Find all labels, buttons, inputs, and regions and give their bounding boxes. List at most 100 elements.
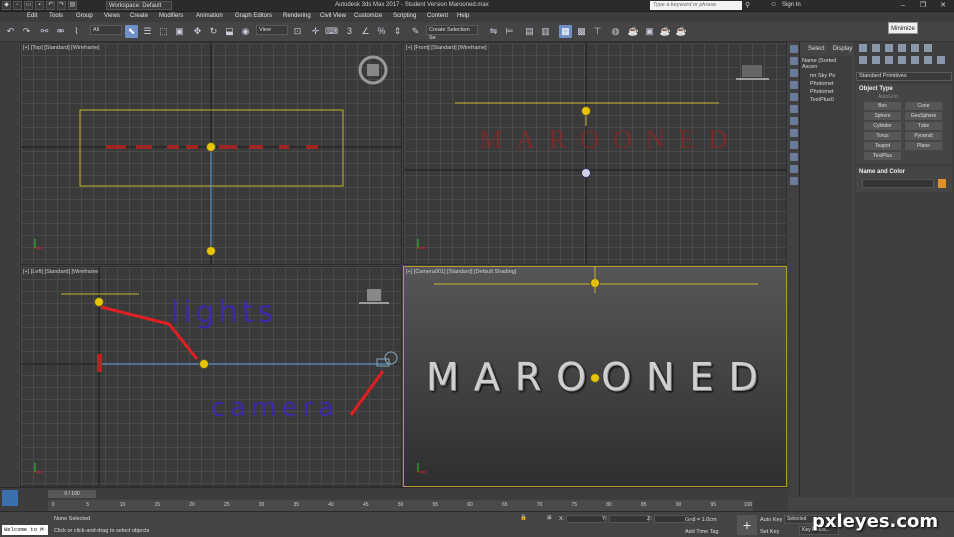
list-item[interactable]: Photomet [800,80,852,88]
save-icon[interactable]: ▪ [35,1,44,10]
torus-button[interactable]: Torus [864,132,901,140]
object-name-input[interactable] [862,179,934,188]
menu-animation[interactable]: Animation [196,13,223,19]
open-file-icon[interactable]: ▭ [24,1,33,10]
angle-snap-icon[interactable]: ∠ [359,25,372,38]
time-slider-handle[interactable]: 0 / 100 [48,490,96,498]
reference-coordinate-dropdown[interactable]: View [256,25,288,35]
menu-scripting[interactable]: Scripting [393,13,416,19]
menu-customize[interactable]: Customize [354,13,382,19]
geometry-icon[interactable] [859,56,867,64]
menu-content[interactable]: Content [427,13,448,19]
scene-explorer-icon[interactable]: ▤ [523,25,536,38]
render-iterative-icon[interactable]: ☕ [675,25,688,38]
menu-graph-editors[interactable]: Graph Editors [235,13,272,19]
cameras-icon[interactable] [898,56,906,64]
app-menu-icon[interactable]: ◆ [2,1,11,10]
create-tab-icon[interactable] [859,44,867,52]
name-color-header[interactable]: Name and Color [856,167,952,177]
hierarchy-tab-icon[interactable] [885,44,893,52]
close-button[interactable]: ✕ [933,0,953,11]
undo-icon[interactable]: ↶ [46,1,55,10]
new-file-icon[interactable]: ▫ [13,1,22,10]
maximize-button[interactable]: ❐ [913,0,933,11]
unlink-icon[interactable]: ⚮ [54,25,67,38]
render-production-icon[interactable]: ☕ [659,25,672,38]
motion-tab-icon[interactable] [898,44,906,52]
utilities-tab-icon[interactable] [924,44,932,52]
filter-spacewarps-icon[interactable] [789,105,798,113]
filter-frozen-icon[interactable] [789,165,798,173]
filter-hidden-icon[interactable] [789,177,798,185]
geosphere-button[interactable]: GeoSphere [905,112,942,120]
minimize-button[interactable]: – [893,0,913,11]
filter-groups-icon[interactable] [789,117,798,125]
edit-named-selection-icon[interactable]: ✎ [409,25,422,38]
y-coordinate-field[interactable] [609,515,649,523]
viewport-front[interactable]: [+] [Front] [Standard] [Wireframe] MAROO… [403,42,787,265]
sign-in-link[interactable]: Sign In [782,2,801,8]
rendered-frame-window-icon[interactable]: ▣ [643,25,656,38]
align-icon[interactable]: ⊨ [503,25,516,38]
select-object-icon[interactable]: ⬉ [125,25,138,38]
schematic-view-icon[interactable]: ⊤ [591,25,604,38]
track-bar[interactable]: 0 5 10 15 20 25 30 35 40 45 50 55 60 65 70 75 80 85 90 95 10… [48,500,753,511]
object-color-swatch[interactable] [938,179,946,188]
user-icon[interactable]: ☺ [770,1,777,8]
spacewarps-icon[interactable] [924,56,932,64]
menu-views[interactable]: Views [104,13,120,19]
percent-snap-icon[interactable]: % [375,25,388,38]
layer-explorer-icon[interactable]: ▥ [539,25,552,38]
filter-helpers-icon[interactable] [789,93,798,101]
menu-edit[interactable]: Edit [27,13,37,19]
select-manipulate-icon[interactable]: ✛ [309,25,322,38]
rect-selection-icon[interactable]: ⬚ [157,25,170,38]
shapes-icon[interactable] [872,56,880,64]
auto-key-button[interactable]: Auto Key [760,517,782,523]
pivot-icon[interactable]: ⊡ [291,25,304,38]
named-selection-set-dropdown[interactable]: Create Selection Se [426,25,478,41]
lights-icon[interactable] [885,56,893,64]
viewport-top[interactable]: [+] [Top] [Standard] [Wireframe] [20,42,402,265]
select-by-name-icon[interactable]: ☰ [141,25,154,38]
mirror-icon[interactable]: ⇋ [487,25,500,38]
search-input[interactable]: Type a keyword or phrase [650,1,742,10]
list-item[interactable]: mr Sky Po [800,72,852,80]
menu-create[interactable]: Create [130,13,148,19]
x-coordinate-field[interactable] [566,515,606,523]
render-setup-icon[interactable]: ☕ [627,25,640,38]
display-tab-icon[interactable] [911,44,919,52]
modify-tab-icon[interactable] [872,44,880,52]
set-key-button[interactable]: Set Key [760,529,779,535]
viewport-camera[interactable]: [+] [Camera001] [Standard] [Default Shad… [403,266,787,487]
menu-civil-view[interactable]: Civil View [320,13,346,19]
workspace-dropdown[interactable]: Workspace: Default [106,1,172,10]
set-key-big-icon[interactable]: + [737,515,757,535]
menu-tools[interactable]: Tools [49,13,63,19]
tube-button[interactable]: Tube [905,122,942,130]
project-folder-icon[interactable]: ▤ [68,1,77,10]
menu-group[interactable]: Group [76,13,93,19]
sphere-button[interactable]: Sphere [864,112,901,120]
helpers-icon[interactable] [911,56,919,64]
lock-selection-icon[interactable]: 🔒 [520,515,527,521]
filter-lights-icon[interactable] [789,69,798,77]
window-crossing-icon[interactable]: ▣ [173,25,186,38]
selection-filter-dropdown[interactable]: All [90,25,122,35]
link-icon[interactable]: ⚯ [38,25,51,38]
cylinder-button[interactable]: Cylinder [864,122,901,130]
redo-icon[interactable]: ↷ [57,1,66,10]
absolute-mode-icon[interactable]: ⊞ [547,515,552,521]
keyboard-shortcut-icon[interactable]: ⌨ [325,25,338,38]
filter-bones-icon[interactable] [789,141,798,149]
textplus-button[interactable]: TextPlus [864,152,901,160]
menu-modifiers[interactable]: Modifiers [159,13,183,19]
list-item[interactable]: Photomet [800,88,852,96]
placement-icon[interactable]: ◉ [239,25,252,38]
move-icon[interactable]: ✥ [191,25,204,38]
ribbon-toggle-icon[interactable]: ▦ [559,25,572,38]
systems-icon[interactable] [937,56,945,64]
menu-rendering[interactable]: Rendering [283,13,311,19]
curve-editor-icon[interactable]: ▩ [575,25,588,38]
filter-xrefs-icon[interactable] [789,129,798,137]
